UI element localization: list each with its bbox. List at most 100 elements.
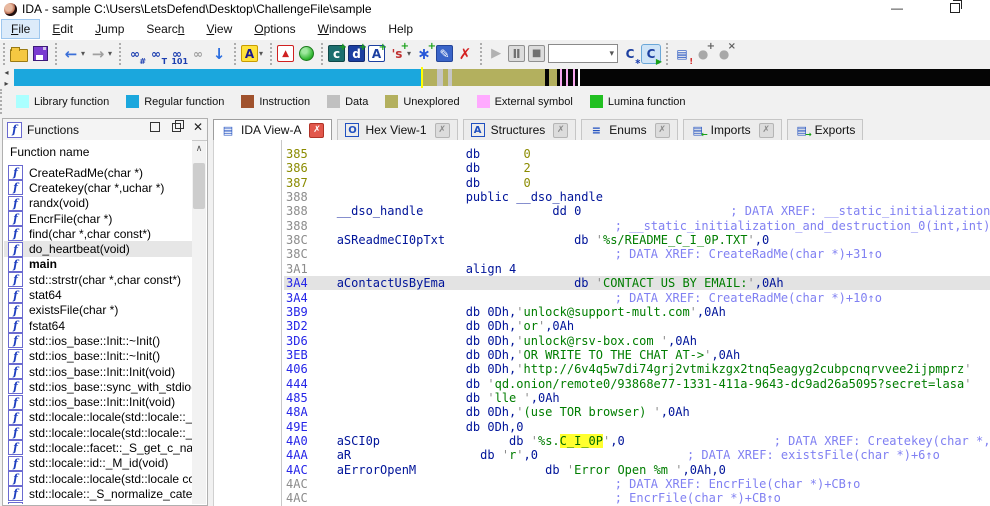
function-list-item[interactable]: f std::locale::_S_normalize_catego [4,486,192,502]
edit-icon[interactable]: ✎ [436,45,454,62]
function-list-item[interactable]: f find(char *,char const*) [4,226,192,242]
breakpoint-del-icon[interactable]: ● × [715,41,736,63]
quick-compile-icon[interactable]: C ▶ [641,43,662,66]
disasm-line[interactable]: 38C aSReadmeCI0pTxt db '%s/README_C_I_0P.T… [214,233,990,247]
function-list-item[interactable]: f Createkey(char *,uchar *) [4,180,192,196]
disasm-line[interactable]: 386 db 2 [214,161,990,175]
disasm-line[interactable]: 388 __dso_handle dd 0 ; DATA XREF: __static… [214,204,990,218]
function-list-item[interactable]: f fstat64 [4,318,192,334]
function-list-item[interactable]: f do_heartbeat(void) [4,241,192,257]
jump-address-icon[interactable]: ↓ [210,45,228,63]
function-list-item[interactable]: f EncrFile(char *) [4,211,192,227]
function-list-item[interactable]: f std::ios_base::Init::~Init() [4,333,192,349]
chevron-down-icon[interactable]: ▾ [259,49,263,58]
navigation-band[interactable] [14,67,990,88]
tab-enums[interactable]: ≡ Enums ✗ [581,119,678,140]
tab-hex-view-1[interactable]: O Hex View-1 ✗ [337,119,458,140]
tab-close-icon[interactable]: ✗ [309,122,325,138]
menu-file[interactable]: File [0,19,41,39]
function-name-column-header[interactable]: Function name [3,140,192,164]
disasm-line[interactable]: 4A0 aSCI0p db '%s.C_I_0P',0 ; DATA XREF: Cr… [214,434,990,448]
undefine-icon[interactable]: ✗ [456,45,474,63]
functions-panel-titlebar[interactable]: f Functions ✕ [3,119,207,141]
function-list-item[interactable]: f stat64 [4,287,192,303]
lumina-icon[interactable] [297,45,315,63]
disasm-line[interactable]: 388 public __dso_handle [214,190,990,204]
menu-windows[interactable]: Windows [309,20,376,38]
function-list-item[interactable]: f std::locale::locale(std::locale cons [4,471,192,487]
disasm-line[interactable]: 3D6 db 0Dh,'unlock@rsv-box.com ',0Ah [214,334,990,348]
functions-scrollbar[interactable]: ∧ [192,141,206,504]
tab-structures[interactable]: A Structures ✗ [462,119,577,140]
compile-icon[interactable]: C ∗ [621,45,641,66]
panel-close-icon[interactable]: ✕ [193,121,203,133]
make-code-icon[interactable]: c + [328,42,347,62]
debug-pause-icon[interactable]: Ⅱ [508,45,526,62]
disasm-line[interactable]: 387 db 0 [214,176,990,190]
menu-options[interactable]: Options [245,20,304,38]
debugger-combo[interactable]: ▾ [548,44,619,63]
ida-view-content[interactable]: 385 db 0 386 db 2 387 db 0 388 public __dso_han… [213,140,990,506]
debug-stop-icon[interactable]: ■ [528,45,546,62]
tab-close-icon[interactable]: ✗ [434,122,450,138]
disasm-line[interactable]: 4AC ; DATA XREF: EncrFile(char *)+CB↑o [214,477,990,491]
disasm-line[interactable]: 3A4 ; DATA XREF: CreateRadMe(char *)+10↑o [214,291,990,305]
panel-float-icon[interactable] [149,122,160,132]
function-list-item[interactable]: f std::ios_base::Init::Init(void) [4,364,192,379]
scrollbar-thumb[interactable] [193,163,205,209]
make-data-icon[interactable]: d + [348,42,367,62]
back-icon[interactable]: ← [62,45,80,63]
open-file-icon[interactable] [10,45,28,63]
scroll-up-icon[interactable]: ∧ [192,141,206,156]
tab-close-icon[interactable]: ✗ [758,122,774,138]
navband-right-arrow[interactable]: ▸ [1,79,12,88]
disasm-line[interactable]: 4AA aR db 'r',0 ; DATA XREF: existsFile(cha… [214,448,990,462]
disasm-line[interactable]: 485 db 'lle ',0Ah [214,391,990,405]
function-list-item[interactable]: f std::locale::locale(std::locale::_In [4,425,192,441]
function-list-item[interactable]: f randx(void) [4,195,192,211]
tab-ida-view-a[interactable]: ▤ IDA View-A ✗ [213,119,333,140]
menu-search[interactable]: Search [137,20,193,38]
function-list-item[interactable]: f std::ios_base::Init::~Init() [4,348,192,364]
disasm-line[interactable]: 3A1 align 4 [214,262,990,276]
string-literal-icon[interactable]: 's + [388,41,409,63]
database-script-icon[interactable]: ▤! [673,45,693,66]
tab-close-icon[interactable]: ✗ [553,122,569,138]
disasm-line[interactable]: 48A db 0Dh,'(use TOR browser) ',0Ah [214,405,990,419]
restore-button[interactable] [940,0,970,16]
disasm-line[interactable]: 4AC ; EncrFile(char *)+CB↑o [214,491,990,505]
function-list-item[interactable]: f existsFile(char *) [4,302,192,318]
disasm-line[interactable]: 49E db 0Dh,0 [214,420,990,434]
function-list-item[interactable]: f main [4,256,192,272]
search-text-icon[interactable]: ∞ T [147,45,167,66]
function-list-item[interactable]: f CreateRadMe(char *) [4,165,192,181]
function-list-item[interactable]: f std::strstr(char *,char const*) [4,272,192,288]
disasm-line[interactable]: 388 ; __static_initialization_and_destruc… [214,219,990,233]
make-array-icon[interactable]: ∗ + [415,41,436,64]
panel-restore-icon[interactable] [171,119,184,132]
tab-close-icon[interactable]: ✗ [654,122,670,138]
function-list-item[interactable]: f std::ios_base::sync_with_stdio(b [4,379,192,395]
disasm-line[interactable]: 385 db 0 [214,147,990,161]
disasm-line[interactable]: 406 db 0Dh,'http://6v4q5w7di74grj2vtmikzg… [214,362,990,376]
menu-jump[interactable]: Jump [86,20,133,38]
function-list-item[interactable]: f std::locale::facet::_S_get_c_nam [4,440,192,456]
navband-left-arrow[interactable]: ◂ [1,68,12,77]
tab-exports[interactable]: ▤ → Exports [786,119,864,140]
menu-view[interactable]: View [197,20,241,38]
menu-help[interactable]: Help [379,20,422,38]
disasm-line[interactable]: 38C ; DATA XREF: CreateRadMe(char *)+31↑o [214,247,990,261]
chevron-down-icon[interactable]: ▾ [108,49,112,58]
disasm-line[interactable]: 3B9 db 0Dh,'unlock@support-mult.com',0Ah [214,305,990,319]
minimize-button[interactable]: — [882,0,912,16]
function-list-item[interactable]: f std::locale::id::_M_id(void) [4,455,192,471]
disasm-line[interactable]: 3D2 db 0Dh,'or',0Ah [214,319,990,333]
forward-icon[interactable]: → [89,45,107,63]
search-binary-icon[interactable]: ∞ 101 [168,45,188,66]
breakpoint-add-icon[interactable]: ● + [694,41,715,63]
make-string-icon[interactable]: A + [368,42,387,62]
debug-start-icon[interactable]: ▶ [487,45,505,63]
save-file-icon[interactable] [31,45,49,63]
function-list-item[interactable]: f [4,501,192,504]
disasm-line[interactable]: 3EB db 0Dh,'OR WRITE TO THE CHAT AT->',0A… [214,348,990,362]
